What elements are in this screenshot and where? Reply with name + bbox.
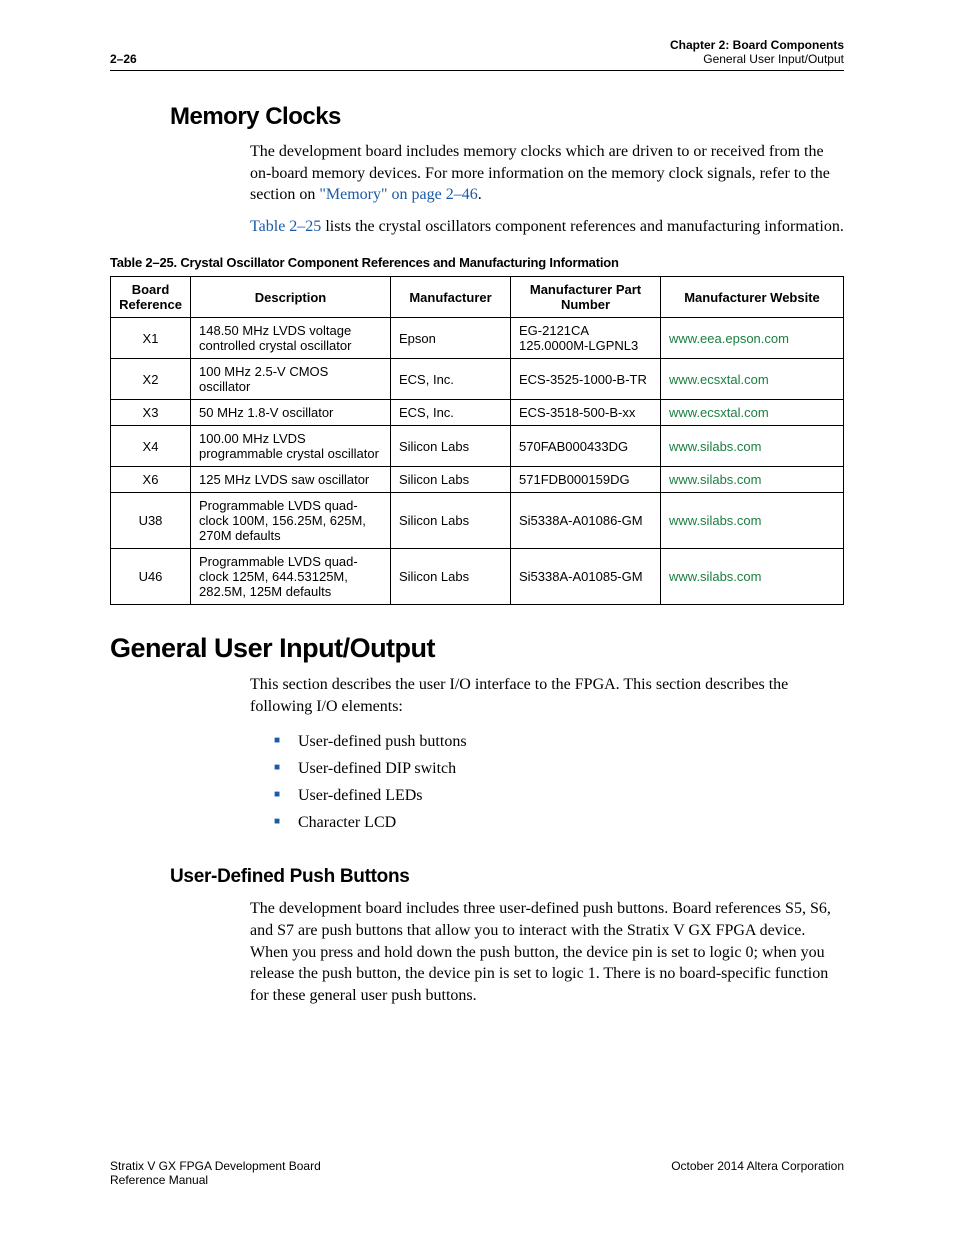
- cell-part: ECS-3518-500-B-xx: [511, 400, 661, 426]
- cell-desc: Programmable LVDS quad-clock 100M, 156.2…: [191, 493, 391, 549]
- cell-mfr: ECS, Inc.: [391, 359, 511, 400]
- th-board-reference: Board Reference: [111, 277, 191, 318]
- table-row: X350 MHz 1.8-V oscillatorECS, Inc.ECS-35…: [111, 400, 844, 426]
- cell-web: www.silabs.com: [661, 549, 844, 605]
- cell-desc: 148.50 MHz LVDS voltage controlled cryst…: [191, 318, 391, 359]
- cell-part: ECS-3525-1000-B-TR: [511, 359, 661, 400]
- cell-ref: X4: [111, 426, 191, 467]
- heading-general-io: General User Input/Output: [110, 633, 844, 664]
- table-row: X2100 MHz 2.5-V CMOS oscillatorECS, Inc.…: [111, 359, 844, 400]
- cell-web: www.ecsxtal.com: [661, 359, 844, 400]
- page-footer: Stratix V GX FPGA Development Board Refe…: [110, 1159, 844, 1187]
- manufacturer-link[interactable]: www.eea.epson.com: [669, 331, 789, 346]
- cell-ref: U46: [111, 549, 191, 605]
- th-part-number: Manufacturer Part Number: [511, 277, 661, 318]
- manufacturer-link[interactable]: www.silabs.com: [669, 569, 761, 584]
- manufacturer-link[interactable]: www.ecsxtal.com: [669, 372, 769, 387]
- text: .: [478, 186, 482, 203]
- manufacturer-link[interactable]: www.silabs.com: [669, 439, 761, 454]
- cell-part: Si5338A-A01085-GM: [511, 549, 661, 605]
- footer-doc-title: Stratix V GX FPGA Development Board: [110, 1159, 321, 1173]
- cell-ref: X3: [111, 400, 191, 426]
- cell-mfr: ECS, Inc.: [391, 400, 511, 426]
- manufacturer-link[interactable]: www.silabs.com: [669, 513, 761, 528]
- header-section: General User Input/Output: [670, 52, 844, 66]
- list-item: User-defined LEDs: [274, 782, 844, 809]
- cell-mfr: Silicon Labs: [391, 493, 511, 549]
- table-row: X4100.00 MHz LVDS programmable crystal o…: [111, 426, 844, 467]
- manufacturer-link[interactable]: www.ecsxtal.com: [669, 405, 769, 420]
- memory-clocks-para1: The development board includes memory cl…: [250, 141, 844, 206]
- table-row: X1148.50 MHz LVDS voltage controlled cry…: [111, 318, 844, 359]
- table-row: U46Programmable LVDS quad-clock 125M, 64…: [111, 549, 844, 605]
- th-description: Description: [191, 277, 391, 318]
- page-number: 2–26: [110, 52, 137, 66]
- cell-web: www.eea.epson.com: [661, 318, 844, 359]
- cell-ref: X2: [111, 359, 191, 400]
- cell-mfr: Silicon Labs: [391, 467, 511, 493]
- cell-web: www.silabs.com: [661, 493, 844, 549]
- io-bullet-list: User-defined push buttonsUser-defined DI…: [274, 728, 844, 837]
- cell-part: 571FDB000159DG: [511, 467, 661, 493]
- th-manufacturer: Manufacturer: [391, 277, 511, 318]
- xref-memory[interactable]: "Memory" on page 2–46: [319, 186, 477, 203]
- memory-clocks-para2: Table 2–25 lists the crystal oscillators…: [250, 216, 844, 238]
- cell-mfr: Silicon Labs: [391, 426, 511, 467]
- xref-table-2-25[interactable]: Table 2–25: [250, 218, 321, 235]
- cell-web: www.ecsxtal.com: [661, 400, 844, 426]
- header-chapter: Chapter 2: Board Components: [670, 38, 844, 52]
- footer-doc-subtitle: Reference Manual: [110, 1173, 321, 1187]
- table-row: X6125 MHz LVDS saw oscillatorSilicon Lab…: [111, 467, 844, 493]
- cell-web: www.silabs.com: [661, 467, 844, 493]
- cell-mfr: Epson: [391, 318, 511, 359]
- th-website: Manufacturer Website: [661, 277, 844, 318]
- cell-part: 570FAB000433DG: [511, 426, 661, 467]
- cell-part: EG-2121CA 125.0000M-LGPNL3: [511, 318, 661, 359]
- list-item: User-defined push buttons: [274, 728, 844, 755]
- table-row: U38Programmable LVDS quad-clock 100M, 15…: [111, 493, 844, 549]
- cell-desc: 100.00 MHz LVDS programmable crystal osc…: [191, 426, 391, 467]
- oscillator-table: Board Reference Description Manufacturer…: [110, 276, 844, 605]
- text: lists the crystal oscillators component …: [321, 218, 844, 235]
- heading-push-buttons: User-Defined Push Buttons: [170, 866, 844, 888]
- general-io-intro: This section describes the user I/O inte…: [250, 674, 844, 717]
- cell-part: Si5338A-A01086-GM: [511, 493, 661, 549]
- cell-web: www.silabs.com: [661, 426, 844, 467]
- page-header: 2–26 Chapter 2: Board Components General…: [110, 38, 844, 71]
- heading-memory-clocks: Memory Clocks: [170, 103, 844, 131]
- footer-date-corp: October 2014 Altera Corporation: [671, 1159, 844, 1187]
- table-caption: Table 2–25. Crystal Oscillator Component…: [110, 255, 844, 270]
- manufacturer-link[interactable]: www.silabs.com: [669, 472, 761, 487]
- cell-ref: X1: [111, 318, 191, 359]
- cell-desc: 100 MHz 2.5-V CMOS oscillator: [191, 359, 391, 400]
- cell-ref: X6: [111, 467, 191, 493]
- cell-mfr: Silicon Labs: [391, 549, 511, 605]
- cell-desc: Programmable LVDS quad-clock 125M, 644.5…: [191, 549, 391, 605]
- list-item: Character LCD: [274, 809, 844, 836]
- push-buttons-para: The development board includes three use…: [250, 898, 844, 1006]
- cell-desc: 125 MHz LVDS saw oscillator: [191, 467, 391, 493]
- list-item: User-defined DIP switch: [274, 755, 844, 782]
- cell-desc: 50 MHz 1.8-V oscillator: [191, 400, 391, 426]
- cell-ref: U38: [111, 493, 191, 549]
